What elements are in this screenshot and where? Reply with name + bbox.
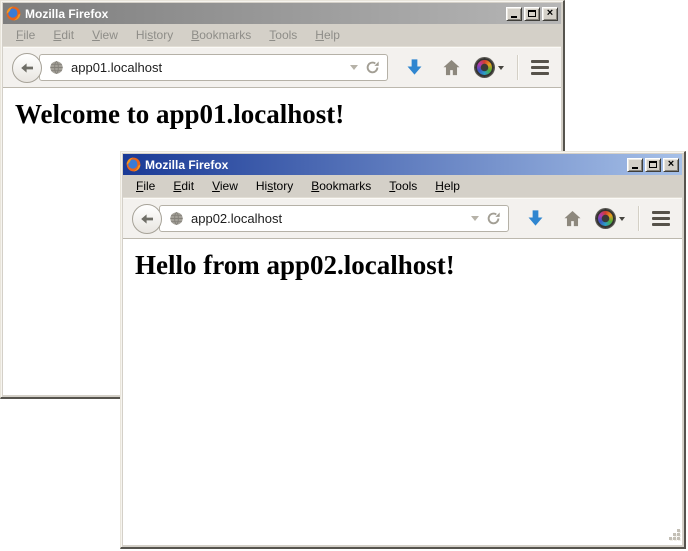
home-button[interactable] bbox=[441, 57, 462, 78]
back-button[interactable] bbox=[12, 53, 42, 83]
url-bar[interactable] bbox=[39, 54, 388, 81]
page-heading: Hello from app02.localhost! bbox=[135, 250, 682, 281]
menu-item[interactable]: Bookmarks bbox=[302, 176, 380, 196]
reload-icon[interactable] bbox=[486, 211, 501, 226]
maximize-icon bbox=[528, 10, 536, 17]
menu-button[interactable] bbox=[531, 60, 549, 75]
page-content: Hello from app02.localhost! bbox=[123, 239, 682, 545]
hamburger-icon bbox=[531, 60, 549, 75]
close-icon: × bbox=[547, 8, 553, 19]
maximize-button[interactable] bbox=[524, 7, 540, 21]
toolbar-separator bbox=[517, 55, 518, 80]
menu-item[interactable]: View bbox=[203, 176, 247, 196]
menu-item[interactable]: View bbox=[83, 25, 127, 45]
reload-icon[interactable] bbox=[365, 60, 380, 75]
urlbar-dropdown-icon[interactable] bbox=[350, 65, 358, 70]
downloads-button[interactable] bbox=[525, 208, 546, 229]
close-button[interactable]: × bbox=[542, 7, 558, 21]
firefox-logo-icon bbox=[126, 157, 141, 172]
close-icon: × bbox=[668, 159, 674, 170]
extension-dropdown-icon bbox=[619, 217, 625, 221]
menu-item[interactable]: Tools bbox=[260, 25, 306, 45]
navigation-toolbar bbox=[123, 198, 682, 239]
minimize-icon bbox=[632, 167, 638, 169]
menu-item[interactable]: Help bbox=[306, 25, 349, 45]
minimize-icon bbox=[511, 16, 517, 18]
urlbar-dropdown-icon[interactable] bbox=[471, 216, 479, 221]
maximize-button[interactable] bbox=[645, 158, 661, 172]
menu-item[interactable]: File bbox=[7, 25, 44, 45]
menu-item[interactable]: File bbox=[127, 176, 164, 196]
browser-window-app02: Mozilla Firefox × File Edit View History… bbox=[120, 151, 686, 549]
titlebar[interactable]: Mozilla Firefox × bbox=[123, 154, 682, 175]
menu-item[interactable]: Edit bbox=[44, 25, 83, 45]
colorwheel-extension-button[interactable] bbox=[596, 209, 625, 228]
navigation-toolbar bbox=[3, 47, 561, 88]
colorwheel-extension-icon bbox=[475, 58, 494, 77]
extension-dropdown-icon bbox=[498, 66, 504, 70]
url-input[interactable] bbox=[71, 60, 343, 75]
menu-item[interactable]: History bbox=[247, 176, 302, 196]
menu-button[interactable] bbox=[652, 211, 670, 226]
back-button[interactable] bbox=[132, 204, 162, 234]
url-input[interactable] bbox=[191, 211, 464, 226]
close-button[interactable]: × bbox=[663, 158, 679, 172]
window-title: Mozilla Firefox bbox=[25, 7, 502, 21]
download-arrow-icon bbox=[404, 57, 425, 78]
colorwheel-extension-icon bbox=[596, 209, 615, 228]
back-arrow-icon bbox=[139, 211, 155, 227]
firefox-logo-icon bbox=[6, 6, 21, 21]
hamburger-icon bbox=[652, 211, 670, 226]
menu-bar: File Edit View History Bookmarks Tools H… bbox=[123, 175, 682, 198]
maximize-icon bbox=[649, 161, 657, 168]
downloads-button[interactable] bbox=[404, 57, 425, 78]
menu-item[interactable]: History bbox=[127, 25, 182, 45]
url-bar[interactable] bbox=[159, 205, 509, 232]
menu-item[interactable]: Tools bbox=[380, 176, 426, 196]
minimize-button[interactable] bbox=[627, 158, 643, 172]
minimize-button[interactable] bbox=[506, 7, 522, 21]
resize-grip[interactable] bbox=[666, 529, 680, 543]
toolbar-separator bbox=[638, 206, 639, 231]
home-icon bbox=[562, 208, 583, 229]
download-arrow-icon bbox=[525, 208, 546, 229]
site-identity-globe-icon[interactable] bbox=[49, 60, 64, 75]
menu-item[interactable]: Help bbox=[426, 176, 469, 196]
menu-bar: File Edit View History Bookmarks Tools H… bbox=[3, 24, 561, 47]
titlebar[interactable]: Mozilla Firefox × bbox=[3, 3, 561, 24]
colorwheel-extension-button[interactable] bbox=[475, 58, 504, 77]
home-button[interactable] bbox=[562, 208, 583, 229]
menu-item[interactable]: Bookmarks bbox=[182, 25, 260, 45]
page-heading: Welcome to app01.localhost! bbox=[15, 99, 561, 130]
site-identity-globe-icon[interactable] bbox=[169, 211, 184, 226]
back-arrow-icon bbox=[19, 60, 35, 76]
window-title: Mozilla Firefox bbox=[145, 158, 623, 172]
home-icon bbox=[441, 57, 462, 78]
menu-item[interactable]: Edit bbox=[164, 176, 203, 196]
